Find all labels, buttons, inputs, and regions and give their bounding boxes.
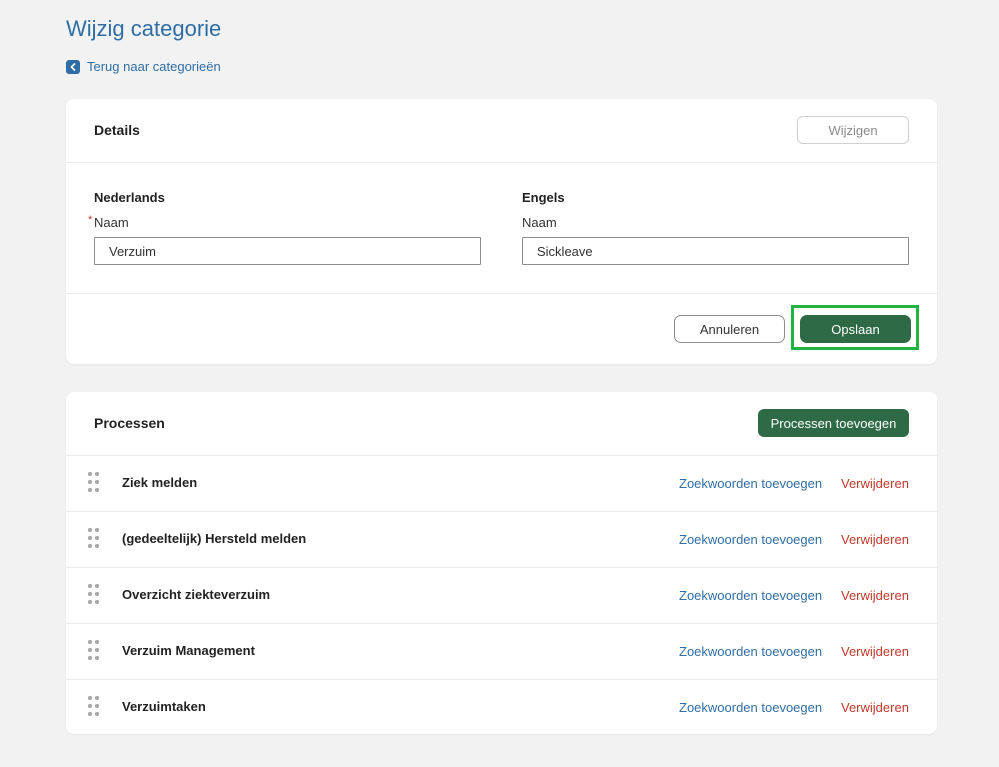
process-list: Ziek melden Zoekwoorden toevoegen Verwij… — [66, 456, 937, 735]
required-marker: * — [88, 214, 93, 226]
drag-handle-icon[interactable] — [88, 584, 100, 606]
english-name-input[interactable] — [522, 237, 909, 265]
process-name: Verzuim Management — [122, 643, 255, 658]
delete-link[interactable]: Verwijderen — [841, 700, 909, 715]
process-row: Verzuim Management Zoekwoorden toevoegen… — [66, 624, 937, 680]
back-to-categories-link[interactable]: Terug naar categorieën — [66, 59, 221, 74]
processes-card: Processen Processen toevoegen Ziek melde… — [66, 392, 937, 734]
back-link-label: Terug naar categorieën — [87, 59, 221, 74]
drag-handle-icon[interactable] — [88, 696, 100, 718]
save-button[interactable]: Opslaan — [800, 315, 911, 343]
english-section: Engels Naam — [522, 190, 909, 265]
details-title: Details — [94, 122, 140, 138]
page-title: Wijzig categorie — [66, 16, 222, 41]
add-keywords-link[interactable]: Zoekwoorden toevoegen — [679, 476, 822, 491]
details-footer-divider — [66, 293, 937, 294]
add-keywords-link[interactable]: Zoekwoorden toevoegen — [679, 532, 822, 547]
chevron-left-icon — [66, 59, 80, 74]
edit-button[interactable]: Wijzigen — [797, 116, 909, 144]
process-name: (gedeeltelijk) Hersteld melden — [122, 531, 307, 546]
dutch-heading: Nederlands — [94, 190, 165, 205]
dutch-name-label: * Naam — [88, 214, 481, 230]
delete-link[interactable]: Verwijderen — [841, 476, 909, 491]
delete-link[interactable]: Verwijderen — [841, 644, 909, 659]
delete-link[interactable]: Verwijderen — [841, 588, 909, 603]
add-keywords-link[interactable]: Zoekwoorden toevoegen — [679, 588, 822, 603]
dutch-name-label-text: Naam — [94, 215, 129, 230]
add-keywords-link[interactable]: Zoekwoorden toevoegen — [679, 644, 822, 659]
process-row: (gedeeltelijk) Hersteld melden Zoekwoord… — [66, 512, 937, 568]
cancel-button[interactable]: Annuleren — [674, 315, 785, 343]
drag-handle-icon[interactable] — [88, 472, 100, 494]
process-name: Ziek melden — [122, 475, 198, 490]
delete-link[interactable]: Verwijderen — [841, 532, 909, 547]
details-card: Details Wijzigen Nederlands * Naam Engel… — [66, 99, 937, 364]
process-row: Ziek melden Zoekwoorden toevoegen Verwij… — [66, 456, 937, 512]
dutch-section: Nederlands * Naam — [88, 190, 481, 265]
process-row: Verzuimtaken Zoekwoorden toevoegen Verwi… — [66, 680, 937, 735]
add-processes-button[interactable]: Processen toevoegen — [758, 409, 909, 437]
process-name: Overzicht ziekteverzuim — [122, 587, 271, 602]
details-header: Details Wijzigen — [66, 99, 937, 163]
english-heading: Engels — [522, 190, 565, 205]
processes-header: Processen Processen toevoegen — [66, 392, 937, 456]
drag-handle-icon[interactable] — [88, 640, 100, 662]
english-name-label: Naam — [522, 215, 557, 230]
process-name: Verzuimtaken — [122, 699, 206, 714]
add-keywords-link[interactable]: Zoekwoorden toevoegen — [679, 700, 822, 715]
drag-handle-icon[interactable] — [88, 528, 100, 550]
dutch-name-input[interactable] — [94, 237, 481, 265]
process-row: Overzicht ziekteverzuim Zoekwoorden toev… — [66, 568, 937, 624]
processes-title: Processen — [94, 415, 165, 431]
